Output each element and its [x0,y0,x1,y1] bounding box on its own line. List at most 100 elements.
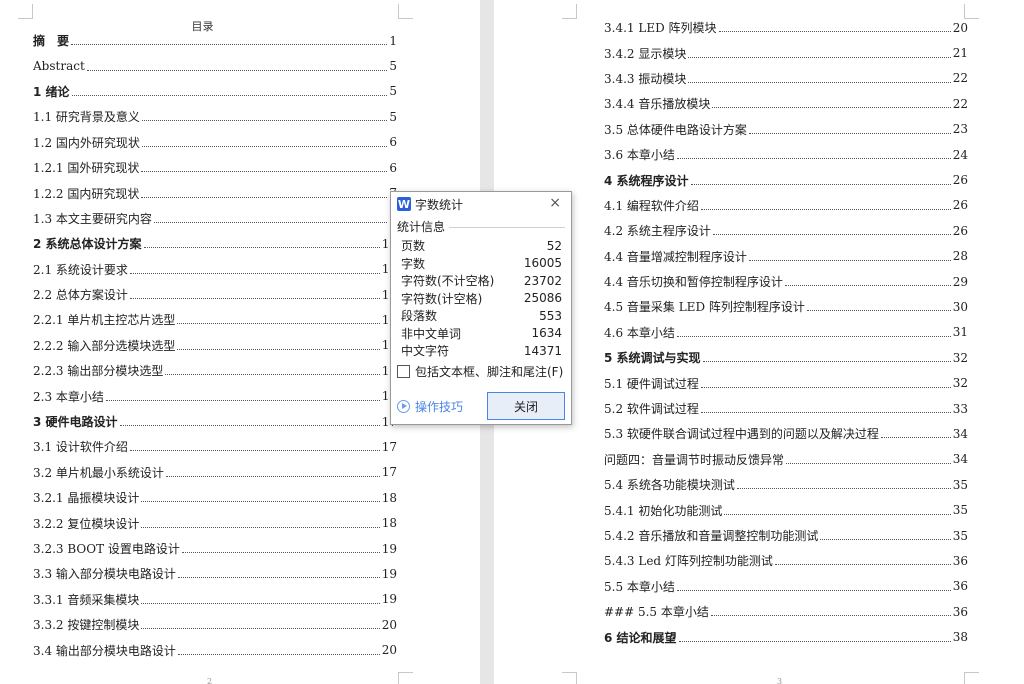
toc-entry-page: 35 [952,503,968,518]
toc-entry[interactable]: 3.2.1 晶振模块设计 18 [33,485,397,510]
stats-list: 页数 52 字数 16005 字符数(不计空格) 23702 字符数(计空格) 25086 段落… [391,237,571,360]
toc-leader-dots [71,94,388,96]
toc-entry[interactable]: 1.2.1 国外研究现状 6 [33,155,397,180]
toc-entry[interactable]: 5.5 本章小结 36 [604,574,968,599]
toc-leader-dots [129,450,380,452]
toc-entry[interactable]: 1.3 本文主要研究内容9 [33,206,397,231]
tips-label: 操作技巧 [415,399,464,414]
toc-entry[interactable]: 4.5 音量采集 LED 阵列控制程序设计 30 [604,294,968,319]
toc-entry[interactable]: 5 系统调试与实现 32 [604,345,968,370]
toc-entry-title: 5.4.2 音乐播放和音量调整控制功能测试 [604,529,819,543]
toc-entry-title: 3.3.2 按键控制模块 [33,618,140,633]
toc-entry-title: 5.2 软件调试过程 [604,402,699,417]
include-textbox-footnotes-checkbox[interactable]: 包括文本框、脚注和尾注(F) [391,360,571,380]
toc-entry-page: 5 [389,59,397,74]
toc-entry[interactable]: 3.2 单片机最小系统设计 17 [33,460,397,485]
checkbox-box[interactable] [397,364,410,378]
toc-entry-page: 17 [381,439,397,454]
toc-entry-title: 1.1 研究背景及意义 [33,110,140,125]
toc-entry[interactable]: 摘 要 1 [33,28,397,53]
toc-entry[interactable]: 3.4.2 显示模块 21 [604,40,968,65]
stat-label: 页数 [401,239,426,254]
toc-entry[interactable]: 2.2.2 输入部分选模块选型12 [33,333,397,358]
toc-entry-title: Abstract [33,59,85,74]
toc-entry-page: 22 [952,71,968,86]
toc-entry[interactable]: 问题四：音量调节时振动反馈异常 34 [604,447,968,472]
toc-entry-title: 3.4.3 振动模块 [604,71,687,86]
toc-entry-page: 20 [381,643,397,658]
toc-entry[interactable]: 2.2.1 单片机主控芯片选型11 [33,307,397,332]
toc-entry[interactable]: ### 5.5 本章小结 36 [604,599,968,624]
toc-entry[interactable]: 2.1 系统设计要求10 [33,257,397,282]
toc-entry-title: 5.4 系统各功能模块测试 [604,478,735,493]
toc-entry[interactable]: 5.4.3 Led 灯阵列控制功能测试 36 [604,548,968,573]
toc-entry-page: 33 [952,401,968,416]
toc-entry[interactable]: 3.1 设计软件介绍 17 [33,434,397,459]
toc-entry[interactable]: 3.2.2 复位模块设计 18 [33,510,397,535]
toc-entry[interactable]: 1.1 研究背景及意义 5 [33,104,397,129]
toc-entry[interactable]: 3.6 本章小结 24 [604,142,968,167]
toc-entry[interactable]: 4.4 音量增减控制程序设计 28 [604,244,968,269]
page-corner-mark [562,4,577,19]
toc-entry[interactable]: 3.4.3 振动模块 22 [604,66,968,91]
toc-entry-title: 3.3 输入部分模块电路设计 [33,567,176,582]
toc-entry-title: 3.3.1 音频采集模块 [33,592,140,607]
toc-entry[interactable]: 5.1 硬件调试过程 32 [604,370,968,395]
tips-link[interactable]: 操作技巧 [397,398,463,415]
toc-entry-page: 30 [952,299,968,314]
toc-entry[interactable]: 5.4.1 初始化功能测试 35 [604,497,968,522]
toc-entry-title: 5.1 硬件调试过程 [604,376,699,391]
toc-entry-title: 3.6 本章小结 [604,148,675,163]
toc-entry[interactable]: 1.2 国内外研究现状 6 [33,130,397,155]
toc-entry[interactable]: Abstract 5 [33,53,397,78]
toc-entry-title: 4.2 系统主程序设计 [604,224,711,239]
toc-leader-dots [676,335,951,337]
toc-list-left: 摘 要 1 Abstract 5 1 绪论 5 1.1 研究背景及意义 5 1.2 国内外研究现… [33,28,397,663]
toc-entry[interactable]: 3.4.4 音乐播放模块 22 [604,91,968,116]
toc-entry[interactable]: 4.4 音乐切换和暂停控制程序设计 29 [604,269,968,294]
toc-entry[interactable]: 3 硬件电路设计17 [33,409,397,434]
page-number: 3 [777,677,783,684]
toc-entry[interactable]: 2 系统总体设计方案10 [33,231,397,256]
toc-entry-title: 6 结论和展望 [604,630,677,645]
toc-entry[interactable]: 3.5 总体硬件电路设计方案 23 [604,117,968,142]
stat-row: 中文字符 14371 [391,342,571,360]
toc-entry-page: 36 [952,579,968,594]
toc-entry-page: 28 [952,249,968,264]
toc-entry[interactable]: 4.2 系统主程序设计 26 [604,218,968,243]
toc-entry-title: 3.5 总体硬件电路设计方案 [604,122,747,137]
toc-entry[interactable]: 5.2 软件调试过程 33 [604,396,968,421]
toc-entry-page: 34 [952,452,968,467]
toc-leader-dots [71,44,388,46]
toc-entry[interactable]: 3.4 输出部分模块电路设计 20 [33,637,397,662]
toc-entry[interactable]: 6 结论和展望 38 [604,624,968,649]
close-icon[interactable]: × [549,195,561,211]
toc-entry[interactable]: 3.4.1 LED 阵列模块 20 [604,15,968,40]
toc-leader-dots [806,310,951,312]
toc-entry[interactable]: 1 绪论 5 [33,79,397,104]
toc-entry[interactable]: 1.2.2 国内研究现状7 [33,180,397,205]
toc-entry[interactable]: 5.3 软硬件联合调试过程中遇到的问题以及解决过程 34 [604,421,968,446]
toc-entry[interactable]: 2.2.3 输出部分模块选型13 [33,358,397,383]
toc-entry[interactable]: 3.3 输入部分模块电路设计 19 [33,561,397,586]
toc-entry[interactable]: 2.3 本章小结15 [33,383,397,408]
close-button[interactable]: 关闭 [487,392,565,420]
toc-entry-title: 4 系统程序设计 [604,173,689,188]
toc-entry[interactable]: 5.4 系统各功能模块测试 35 [604,472,968,497]
stats-section-header: 统计信息 [391,216,571,235]
toc-entry-title: 5.4.3 Led 灯阵列控制功能测试 [604,554,773,569]
toc-leader-dots [119,425,380,427]
toc-entry-title: 5.3 软硬件联合调试过程中遇到的问题以及解决过程 [604,427,879,442]
dialog-titlebar[interactable]: W 字数统计 × [391,192,571,216]
toc-entry[interactable]: 3.2.3 BOOT 设置电路设计 19 [33,536,397,561]
toc-entry[interactable]: 3.3.1 音频采集模块 19 [33,587,397,612]
toc-entry-page: 19 [381,566,397,581]
dialog-title: 字数统计 [415,197,464,212]
toc-entry[interactable]: 4.6 本章小结 31 [604,320,968,345]
toc-entry[interactable]: 4.1 编程软件介绍 26 [604,193,968,218]
toc-entry-page: 6 [389,160,397,175]
toc-entry[interactable]: 3.3.2 按键控制模块 20 [33,612,397,637]
toc-entry[interactable]: 5.4.2 音乐播放和音量调整控制功能测试 35 [604,523,968,548]
toc-entry[interactable]: 2.2 总体方案设计10 [33,282,397,307]
toc-entry[interactable]: 4 系统程序设计 26 [604,167,968,192]
